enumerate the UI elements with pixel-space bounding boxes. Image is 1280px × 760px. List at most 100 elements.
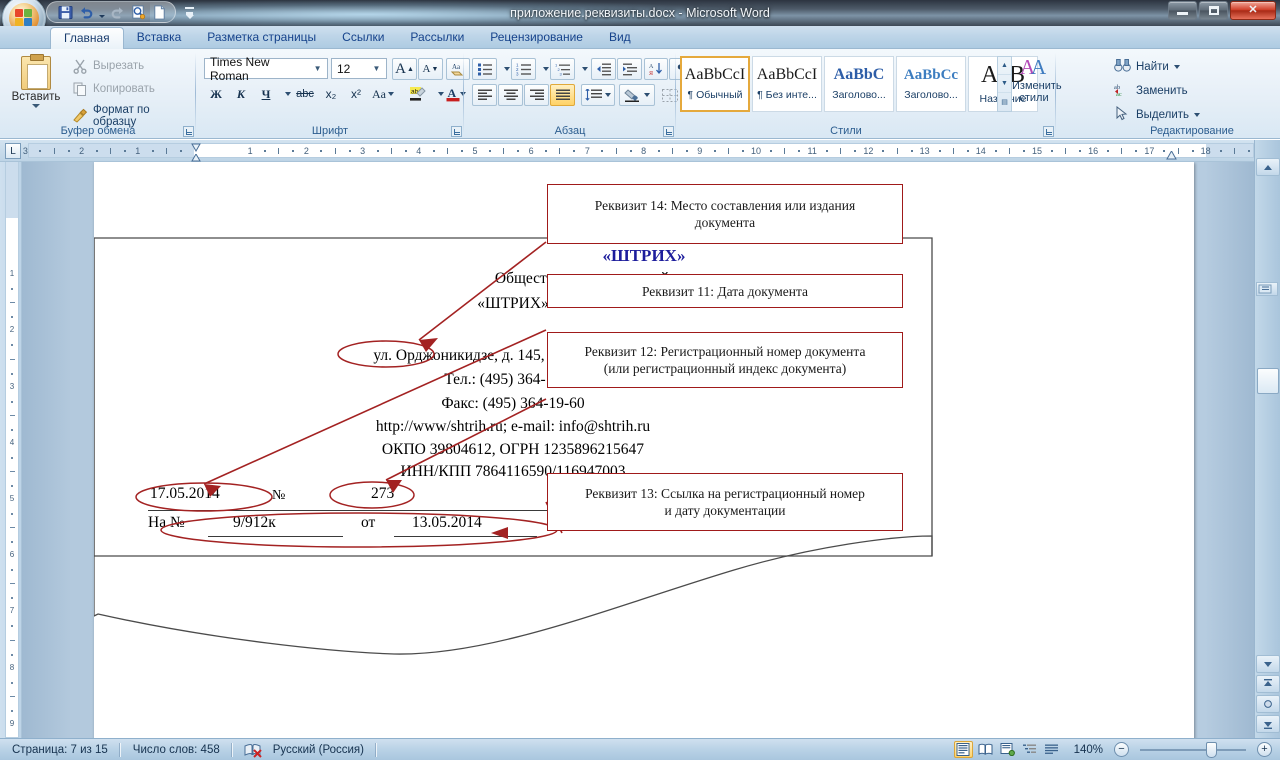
- copy-button[interactable]: Копировать: [72, 81, 155, 97]
- style-heading-2[interactable]: AaBbCc Заголово...: [896, 56, 966, 112]
- document-canvas[interactable]: «ШТРИХ» Общество с ограниченной ответств…: [22, 162, 1254, 738]
- style-heading-1[interactable]: AaBbC Заголово...: [824, 56, 894, 112]
- shrink-font-button[interactable]: A ▼: [418, 58, 443, 80]
- svg-text:3: 3: [559, 71, 562, 76]
- cut-button[interactable]: Вырезать: [72, 58, 144, 74]
- align-center-button[interactable]: [498, 84, 523, 106]
- annotation-box-req13[interactable]: Реквизит 13: Ссылка на регистрационный н…: [547, 473, 903, 531]
- next-page-button[interactable]: [1256, 715, 1280, 733]
- zoom-out-button[interactable]: −: [1114, 742, 1129, 757]
- zoom-level[interactable]: 140%: [1064, 739, 1111, 760]
- line-spacing-button[interactable]: [581, 84, 615, 106]
- change-case-button[interactable]: Aa: [369, 83, 397, 105]
- office-button[interactable]: [2, 0, 46, 26]
- print-preview-icon[interactable]: [128, 3, 148, 22]
- annotation-box-req11[interactable]: Реквизит 11: Дата документа: [547, 274, 903, 308]
- right-indent-marker[interactable]: [1166, 149, 1177, 161]
- sort-button[interactable]: AЯ: [644, 58, 668, 80]
- paste-button[interactable]: Вставить: [10, 54, 62, 108]
- maximize-button[interactable]: [1199, 1, 1228, 20]
- change-styles-button[interactable]: A A Изменить стили: [1012, 54, 1062, 104]
- style-no-spacing[interactable]: AaBbCcI ¶ Без инте...: [752, 56, 822, 112]
- font-size-combo[interactable]: 12 ▼: [331, 58, 387, 79]
- vertical-scrollbar[interactable]: [1254, 140, 1280, 738]
- annotation-box-req14[interactable]: Реквизит 14: Место составления или издан…: [547, 184, 903, 244]
- scroll-down-button[interactable]: [1256, 655, 1280, 673]
- vertical-ruler-tick-label: 4: [9, 437, 15, 447]
- previous-page-button[interactable]: [1256, 675, 1280, 693]
- select-browse-object-button[interactable]: [1256, 695, 1280, 713]
- styles-dialog-launcher[interactable]: [1043, 126, 1054, 137]
- full-screen-reading-view-button[interactable]: [976, 741, 995, 758]
- tab-insert[interactable]: Вставка: [124, 26, 195, 49]
- underline-button[interactable]: Ч: [254, 83, 278, 105]
- paste-dropdown-icon[interactable]: [32, 104, 40, 108]
- format-painter-icon: [72, 108, 88, 124]
- horizontal-ruler[interactable]: L 32112345678910111213141516171819: [0, 140, 1280, 162]
- web-layout-view-button[interactable]: [998, 741, 1017, 758]
- tab-review[interactable]: Рецензирование: [477, 26, 596, 49]
- tab-page-layout[interactable]: Разметка страницы: [194, 26, 329, 49]
- subscript-button[interactable]: x₂: [319, 83, 343, 105]
- close-button[interactable]: ✕: [1230, 1, 1276, 20]
- scroll-up-button[interactable]: [1255, 158, 1280, 176]
- find-button[interactable]: Найти: [1114, 58, 1180, 76]
- tab-references[interactable]: Ссылки: [329, 26, 397, 49]
- first-line-indent-marker[interactable]: [191, 141, 201, 153]
- proofing-status-icon[interactable]: [233, 739, 269, 760]
- undo-icon[interactable]: [76, 3, 96, 22]
- increase-indent-button[interactable]: [617, 58, 642, 80]
- new-document-icon[interactable]: [149, 3, 169, 22]
- draft-view-button[interactable]: [1042, 741, 1061, 758]
- save-icon[interactable]: [55, 3, 75, 22]
- scrollbar-thumb[interactable]: [1257, 368, 1279, 394]
- ruler-minor-tick: [685, 150, 688, 152]
- annotation-box-req12[interactable]: Реквизит 12: Регистрационный номер докум…: [547, 332, 903, 388]
- style-normal[interactable]: AaBbCcI ¶ Обычный: [680, 56, 750, 112]
- vertical-ruler[interactable]: 1 2 3 4 5 6 7 8 9: [0, 162, 22, 738]
- clipboard-dialog-launcher[interactable]: [183, 126, 194, 137]
- shading-button[interactable]: [619, 84, 655, 106]
- hanging-indent-marker[interactable]: [191, 152, 201, 162]
- select-button[interactable]: Выделить: [1114, 105, 1201, 124]
- superscript-button[interactable]: x²: [344, 83, 368, 105]
- paragraph-dialog-launcher[interactable]: [663, 126, 674, 137]
- zoom-slider[interactable]: [1140, 741, 1246, 758]
- align-right-button[interactable]: [524, 84, 549, 106]
- justify-button[interactable]: [550, 84, 575, 106]
- undo-dropdown-icon[interactable]: [97, 3, 106, 22]
- decrease-indent-button[interactable]: [591, 58, 616, 80]
- tab-view[interactable]: Вид: [596, 26, 644, 49]
- word-count[interactable]: Число слов: 458: [121, 739, 232, 760]
- grow-font-button[interactable]: A ▲: [392, 58, 417, 80]
- customize-qat-icon[interactable]: [181, 2, 198, 22]
- styles-scroll-up-icon[interactable]: ▲: [998, 57, 1011, 75]
- print-layout-view-button[interactable]: [953, 741, 973, 758]
- styles-gallery-scroll[interactable]: ▲ ▼ ▤: [997, 56, 1012, 112]
- zoom-slider-thumb[interactable]: [1206, 741, 1217, 758]
- numbering-button[interactable]: 123: [511, 58, 536, 80]
- language-indicator[interactable]: Русский (Россия): [269, 739, 376, 760]
- tab-home[interactable]: Главная: [50, 27, 124, 49]
- ruler-minor-tick: [376, 150, 379, 152]
- redo-icon[interactable]: [107, 3, 127, 22]
- minimize-button[interactable]: [1168, 1, 1197, 20]
- align-left-button[interactable]: [472, 84, 497, 106]
- styles-scroll-down-icon[interactable]: ▼: [998, 75, 1011, 93]
- tab-mailings[interactable]: Рассылки: [397, 26, 477, 49]
- multilevel-list-button[interactable]: 123: [550, 58, 575, 80]
- styles-more-icon[interactable]: ▤: [998, 93, 1011, 111]
- split-window-handle[interactable]: [1256, 282, 1278, 296]
- font-name-combo[interactable]: Times New Roman ▼: [204, 55, 328, 83]
- outline-view-button[interactable]: [1020, 741, 1039, 758]
- text-highlight-button[interactable]: ab: [405, 83, 431, 105]
- bullets-button[interactable]: [472, 58, 497, 80]
- strikethrough-button[interactable]: abc: [292, 83, 318, 105]
- page-indicator[interactable]: Страница: 7 из 15: [0, 739, 120, 760]
- italic-button[interactable]: К: [229, 83, 253, 105]
- zoom-in-button[interactable]: +: [1257, 742, 1272, 757]
- bold-button[interactable]: Ж: [204, 83, 228, 105]
- font-dialog-launcher[interactable]: [451, 126, 462, 137]
- replace-button[interactable]: ab ac Заменить: [1114, 82, 1188, 100]
- document-page-7[interactable]: «ШТРИХ» Общество с ограниченной ответств…: [94, 162, 1194, 738]
